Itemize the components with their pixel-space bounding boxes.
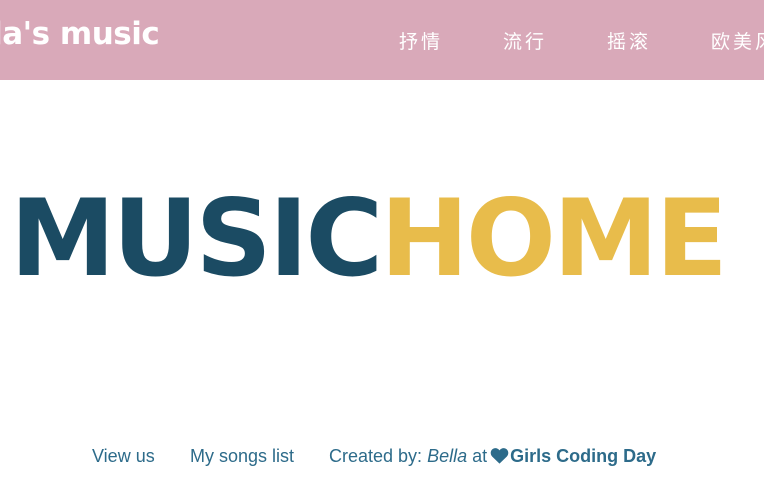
view-us-link[interactable]: View us [92,446,155,467]
songs-list-link[interactable]: My songs list [190,446,294,467]
top-navbar: lla's music 抒情 流行 摇滚 欧美风 [0,0,764,80]
hero-title: MUSICHOME [10,186,728,292]
created-by-label: Created by: [329,446,423,466]
hero-title-home: HOME [380,177,728,300]
event-link[interactable]: Girls Coding Day [510,446,656,466]
footer: View us My songs list Created by: Bella … [0,446,764,470]
at-label: at [472,446,488,466]
nav-item-rock[interactable]: 摇滚 [607,27,651,54]
nav-item-western[interactable]: 欧美风 [711,27,764,54]
nav-item-pop[interactable]: 流行 [503,27,547,54]
nav-item-lyrical[interactable]: 抒情 [399,27,443,54]
author-name: Bella [427,446,468,466]
hero-title-music: MUSIC [10,177,383,300]
brand-logo[interactable]: lla's music [0,16,160,52]
credit-line: Created by: Bella at Girls Coding Day [329,446,656,467]
heart-icon [490,448,509,464]
